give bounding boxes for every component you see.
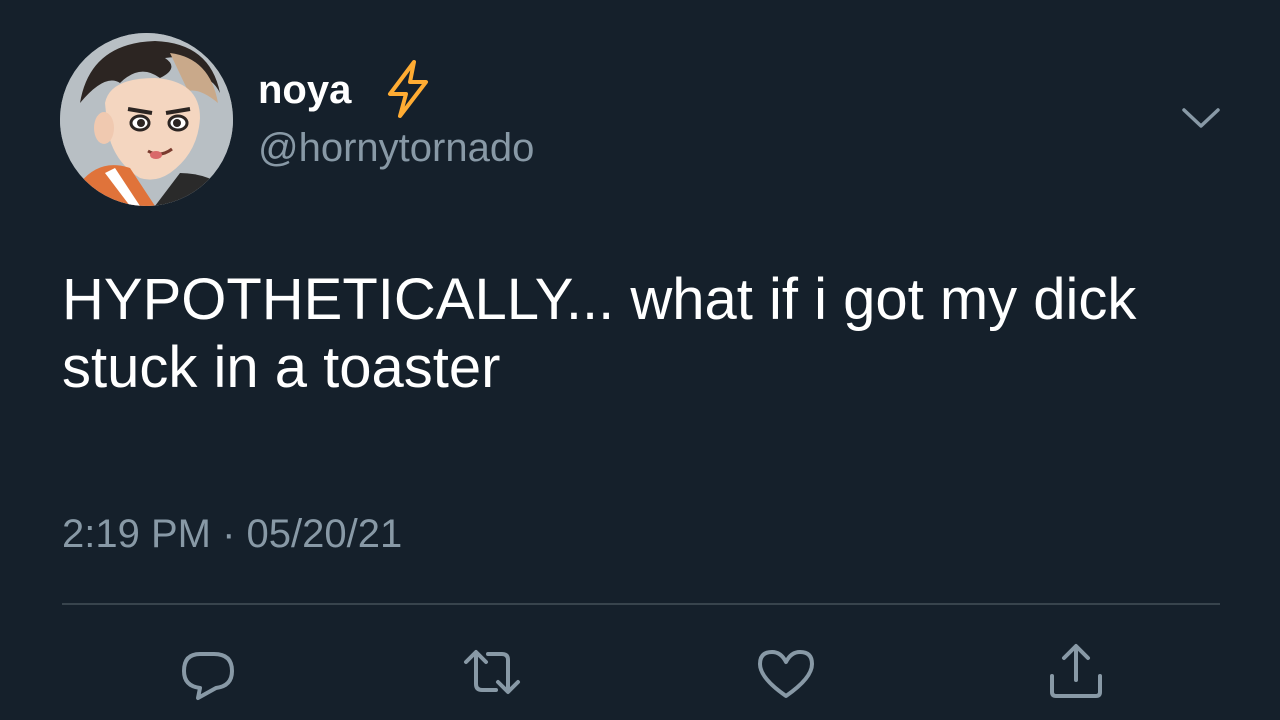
tweet-timestamp[interactable]: 2:19 PM · 05/20/21 [62, 510, 402, 558]
chevron-down-icon[interactable] [1178, 100, 1224, 136]
share-icon [1050, 644, 1102, 698]
lightning-bolt-icon [388, 60, 428, 118]
avatar[interactable] [60, 33, 233, 206]
share-button[interactable] [1044, 640, 1108, 704]
retweet-icon [464, 650, 520, 694]
reply-icon [182, 652, 234, 700]
display-name[interactable]: noya [258, 66, 351, 114]
tweet-text: HYPOTHETICALLY... what if i got my dick … [62, 267, 1137, 400]
like-button[interactable] [754, 640, 818, 704]
retweet-button[interactable] [460, 640, 524, 704]
reply-button[interactable] [176, 640, 240, 704]
heart-icon [758, 650, 814, 698]
tweet-card: noya @hornytornado HYPOTHETICALLY... wha… [0, 0, 1280, 720]
user-handle[interactable]: @hornytornado [258, 124, 534, 172]
divider [62, 603, 1220, 605]
